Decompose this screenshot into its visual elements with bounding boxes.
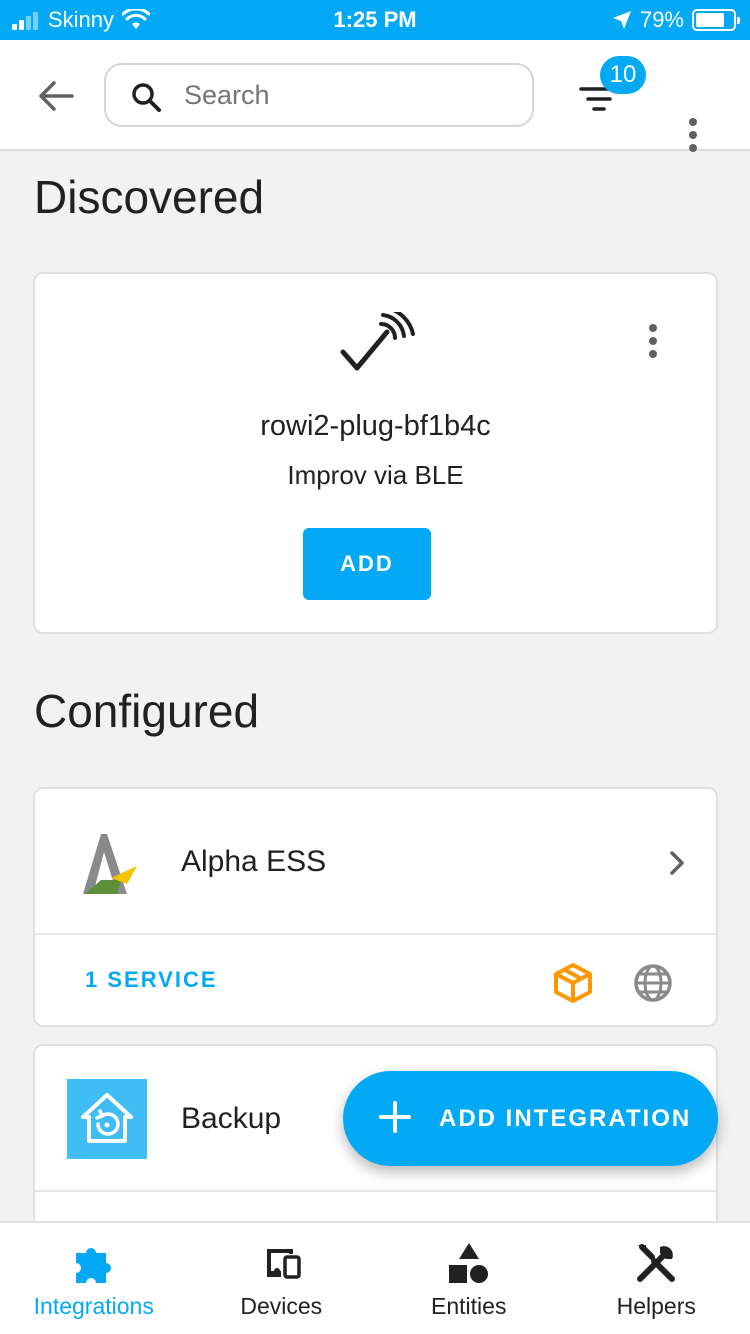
- status-right: 79%: [612, 7, 740, 33]
- plus-icon: [379, 1101, 411, 1133]
- puzzle-icon: [75, 1248, 111, 1283]
- discovered-card: rowi2-plug-bf1b4c Improv via BLE ADD: [33, 272, 718, 634]
- discovered-more-icon[interactable]: [643, 322, 663, 362]
- more-vertical-icon[interactable]: [683, 116, 703, 156]
- integration-card-alpha-ess[interactable]: Alpha ESS 1 SERVICE: [33, 787, 718, 1027]
- integration-name: Alpha ESS: [181, 845, 327, 878]
- search-input[interactable]: [184, 77, 514, 113]
- devices-icon: [267, 1249, 301, 1279]
- bottom-navigation: Integrations Devices Entities Helpers: [0, 1221, 750, 1334]
- chevron-right-icon[interactable]: [667, 849, 687, 877]
- search-box[interactable]: [104, 63, 534, 127]
- back-arrow-icon[interactable]: [34, 76, 78, 116]
- discovered-heading: Discovered: [34, 171, 265, 223]
- nav-item-devices[interactable]: Devices: [188, 1223, 376, 1334]
- tools-icon: [637, 1244, 676, 1282]
- configured-heading: Configured: [34, 685, 260, 737]
- shapes-icon: [448, 1243, 488, 1283]
- discovered-device-name: rowi2-plug-bf1b4c: [260, 410, 491, 442]
- add-button[interactable]: ADD: [303, 528, 431, 600]
- add-integration-label: ADD INTEGRATION: [439, 1105, 692, 1132]
- top-toolbar: [0, 40, 750, 152]
- status-bar: Skinny 1:25 PM 79%: [0, 0, 750, 40]
- alpha-ess-logo: [83, 834, 137, 894]
- location-arrow-icon: [612, 11, 631, 29]
- battery-icon: [692, 9, 740, 31]
- nav-label: Helpers: [616, 1293, 696, 1319]
- nav-label: Devices: [240, 1293, 323, 1319]
- services-link[interactable]: 1 SERVICE: [85, 967, 218, 993]
- cloud-globe-icon[interactable]: [631, 961, 675, 1005]
- search-icon: [132, 83, 161, 112]
- integration-card-footer: 1 SERVICE: [35, 937, 716, 1025]
- battery-percent: 79%: [639, 7, 684, 32]
- nav-item-integrations[interactable]: Integrations: [0, 1223, 188, 1334]
- integration-card-header[interactable]: Alpha ESS: [35, 789, 716, 935]
- nav-item-entities[interactable]: Entities: [375, 1223, 563, 1334]
- nav-label: Entities: [431, 1293, 507, 1319]
- filter-count-badge[interactable]: 10: [600, 56, 646, 94]
- wireless-check-icon: [340, 312, 415, 371]
- add-integration-button[interactable]: ADD INTEGRATION: [343, 1071, 718, 1166]
- integration-name: Backup: [181, 1102, 282, 1135]
- battery-fill: [696, 13, 724, 27]
- backup-logo: [67, 1079, 147, 1159]
- custom-package-icon[interactable]: [551, 961, 595, 1005]
- discovered-source: Improv via BLE: [287, 460, 464, 490]
- nav-label: Integrations: [33, 1293, 154, 1319]
- nav-item-helpers[interactable]: Helpers: [563, 1223, 750, 1334]
